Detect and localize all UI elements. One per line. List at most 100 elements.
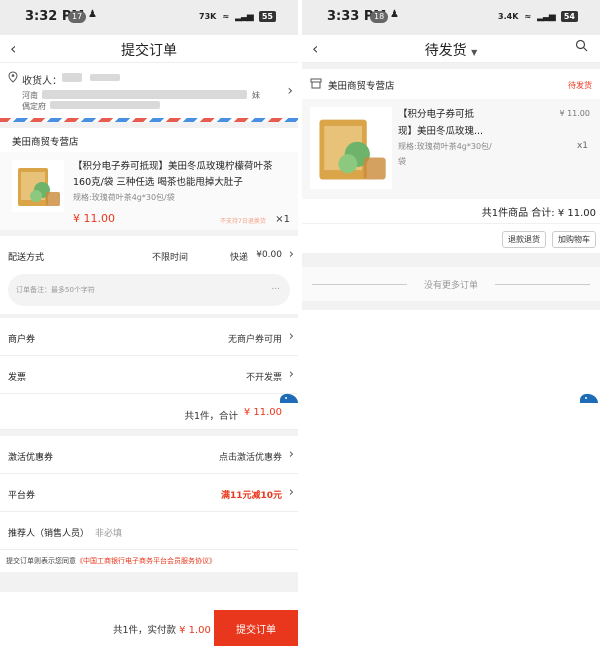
address-line2: 偶定府 [22,102,46,111]
product-title: 【积分电子券可抵现】美田冬瓜玫瑰柠檬荷叶茶160克/袋 三种任选 喝茶也能甩掉大… [73,161,273,188]
order-product-spec: 规格:玫瑰荷叶茶4g*30包/袋 [398,142,492,166]
caret-down-icon: ▼ [471,48,478,57]
status-icons: 73K ≈ ▂▃▅ 55 [199,11,276,22]
search-icon[interactable] [575,39,588,52]
order-product-price: ¥ 11.00 [559,109,590,118]
signal-icon: ▂▃▅ [537,11,556,22]
network-speed: 3.4K [498,12,519,21]
activate-coupon-row[interactable]: 激活优惠券 点击激活优惠券 › [0,436,298,474]
merchant-coupon-row[interactable]: 商户券 无商户券可用 › [0,318,298,356]
order-actions: 退款退货 加购物车 [302,223,600,253]
product-item: 【积分电子券可抵现】美田冬瓜玫瑰柠檬荷叶茶160克/袋 三种任选 喝茶也能甩掉大… [0,152,298,230]
address-redacted-1 [42,90,247,99]
submit-order-screen: 3:32 PM 17 ♟ 73K ≈ ▂▃▅ 55 ‹ 提交订单 收货人： 河南… [0,0,298,646]
chevron-right-icon: › [288,247,294,262]
battery-icon: 54 [560,11,578,22]
page-title: 提交订单 [121,43,177,59]
no-return-note: 不支持7日退换货 [220,218,266,225]
status-icons: 3.4K ≈ ▂▃▅ 54 [498,11,578,22]
merchant-coupon-value: 无商户券可用 [227,335,282,345]
receiver-label: 收货人： [22,76,62,87]
submit-order-button[interactable]: 提交订单 [214,610,298,646]
shop-icon [310,78,322,89]
location-pin-icon [8,71,18,83]
remark-more: ... [271,282,280,292]
agreement-text: 提交订单则表示您同意《中国工商银行电子商务平台会员服务协议》 [0,550,298,572]
invoice-value: 不开发票 [245,373,282,383]
nav-bar: ‹ 待发货 ▼ [302,35,600,63]
address-card[interactable]: 收货人： 河南 偶定府 妹 › [0,63,298,118]
tea-bag-image [319,119,386,180]
order-product[interactable]: 【积分电子券可抵 现】美田冬瓜玫瑰... 规格:玫瑰荷叶茶4g*30包/袋 ¥ … [302,99,600,199]
wifi-icon: ≈ [524,12,532,21]
refund-button[interactable]: 退款退货 [502,231,546,248]
order-product-title: 【积分电子券可抵 现】美田冬瓜玫瑰... [398,106,546,140]
order-status: 待发货 [568,81,592,90]
store-name: 美田商贸专营店 [12,137,79,148]
referrer-row[interactable]: 推荐人（销售人员） 非必填 [0,512,298,550]
status-bar: 3:32 PM 17 ♟ 73K ≈ ▂▃▅ 55 [0,0,298,35]
receiver-phone-redacted [90,74,120,81]
battery-icon: 55 [258,11,276,22]
notification-badge: 18 [370,11,389,23]
signal-icon: ▂▃▅ [235,11,254,22]
chevron-right-icon: › [288,447,294,462]
chevron-right-icon: › [288,367,294,382]
subtotal-text: 共1件，合计 [184,411,238,422]
product-price: ¥ 11.00 [73,212,115,225]
divider [495,284,590,285]
nav-bar: ‹ 提交订单 [0,35,298,63]
order-status-dropdown[interactable]: 待发货 ▼ [302,40,600,60]
invoice-row[interactable]: 发票 不开发票 › [0,356,298,394]
checkout-summary: 共1件，实付款 ¥ 1.00 [113,622,211,636]
person-icon: ♟ [88,9,97,20]
referrer-label: 推荐人（销售人员） [8,529,90,539]
order-remark-input[interactable]: 订单备注：最多50个字符 ... [8,274,290,306]
activate-coupon-value: 点击激活优惠券 [218,453,282,463]
product-quantity: ×1 [275,214,290,225]
tea-bag-image [18,168,60,206]
chevron-right-icon: › [288,329,294,344]
order-store-name: 美田商贸专营店 [328,81,395,92]
address-tail: 妹 [252,91,260,100]
add-to-cart-button[interactable]: 加购物车 [552,231,596,248]
platform-coupon-row[interactable]: 平台券 满11元减10元 › [0,474,298,512]
agreement-link[interactable]: 《中国工商银行电子商务平台会员服务协议》 [76,557,216,565]
chevron-right-icon: › [287,83,293,99]
checkout-price: ¥ 1.00 [179,625,211,636]
order-header: 美田商贸专营店 待发货 [302,69,600,99]
order-title-line2: 现】美田冬瓜玫瑰... [398,126,484,137]
product-spec: 规格:玫瑰荷叶茶4g*30包/袋 [73,193,175,202]
remark-placeholder: 订单备注：最多50个字符 [16,286,95,294]
order-product-qty: x1 [576,141,588,151]
address-line1: 河南 [22,91,38,100]
notification-badge: 17 [68,11,87,23]
shipping-label: 配送方式 [8,253,45,263]
floating-whale-icon[interactable] [278,388,298,410]
receiver-name-redacted [62,73,82,82]
floating-whale-icon[interactable] [578,388,600,410]
activate-coupon-label: 激活优惠券 [8,453,54,463]
checkout-bar: 共1件，实付款 ¥ 1.00 提交订单 [0,610,298,646]
product-image [310,107,392,189]
network-speed: 73K [199,12,217,21]
order-total: 共1件商品 合计: ¥ 11.00 [302,199,600,223]
checkout-summary-text: 共1件，实付款 [113,625,177,636]
address-redacted-2 [50,101,160,109]
agreement-prefix: 提交订单则表示您同意 [6,557,76,565]
platform-coupon-value: 满11元减10元 [220,491,282,501]
subtotal-amount: ¥ 11.00 [243,407,282,418]
wifi-icon: ≈ [222,12,230,21]
chevron-right-icon: › [288,485,294,500]
order-total-text: 共1件商品 合计: ¥ 11.00 [481,208,596,219]
invoice-label: 发票 [8,373,27,383]
order-card[interactable]: 美田商贸专营店 待发货 【积分电子券可抵 现】美田冬瓜玫瑰... 规格:玫瑰荷叶… [302,69,600,253]
platform-coupon-label: 平台券 [8,491,36,501]
order-title-line1: 【积分电子券可抵 [398,109,475,120]
referrer-input[interactable]: 非必填 [95,526,122,539]
person-icon: ♟ [390,9,399,20]
shipping-price: ¥0.00 [256,250,282,260]
product-image [12,160,64,212]
merchant-coupon-label: 商户券 [8,335,36,345]
shipping-row[interactable]: 配送方式 不限时间 快递 ¥0.00 › [0,236,298,274]
